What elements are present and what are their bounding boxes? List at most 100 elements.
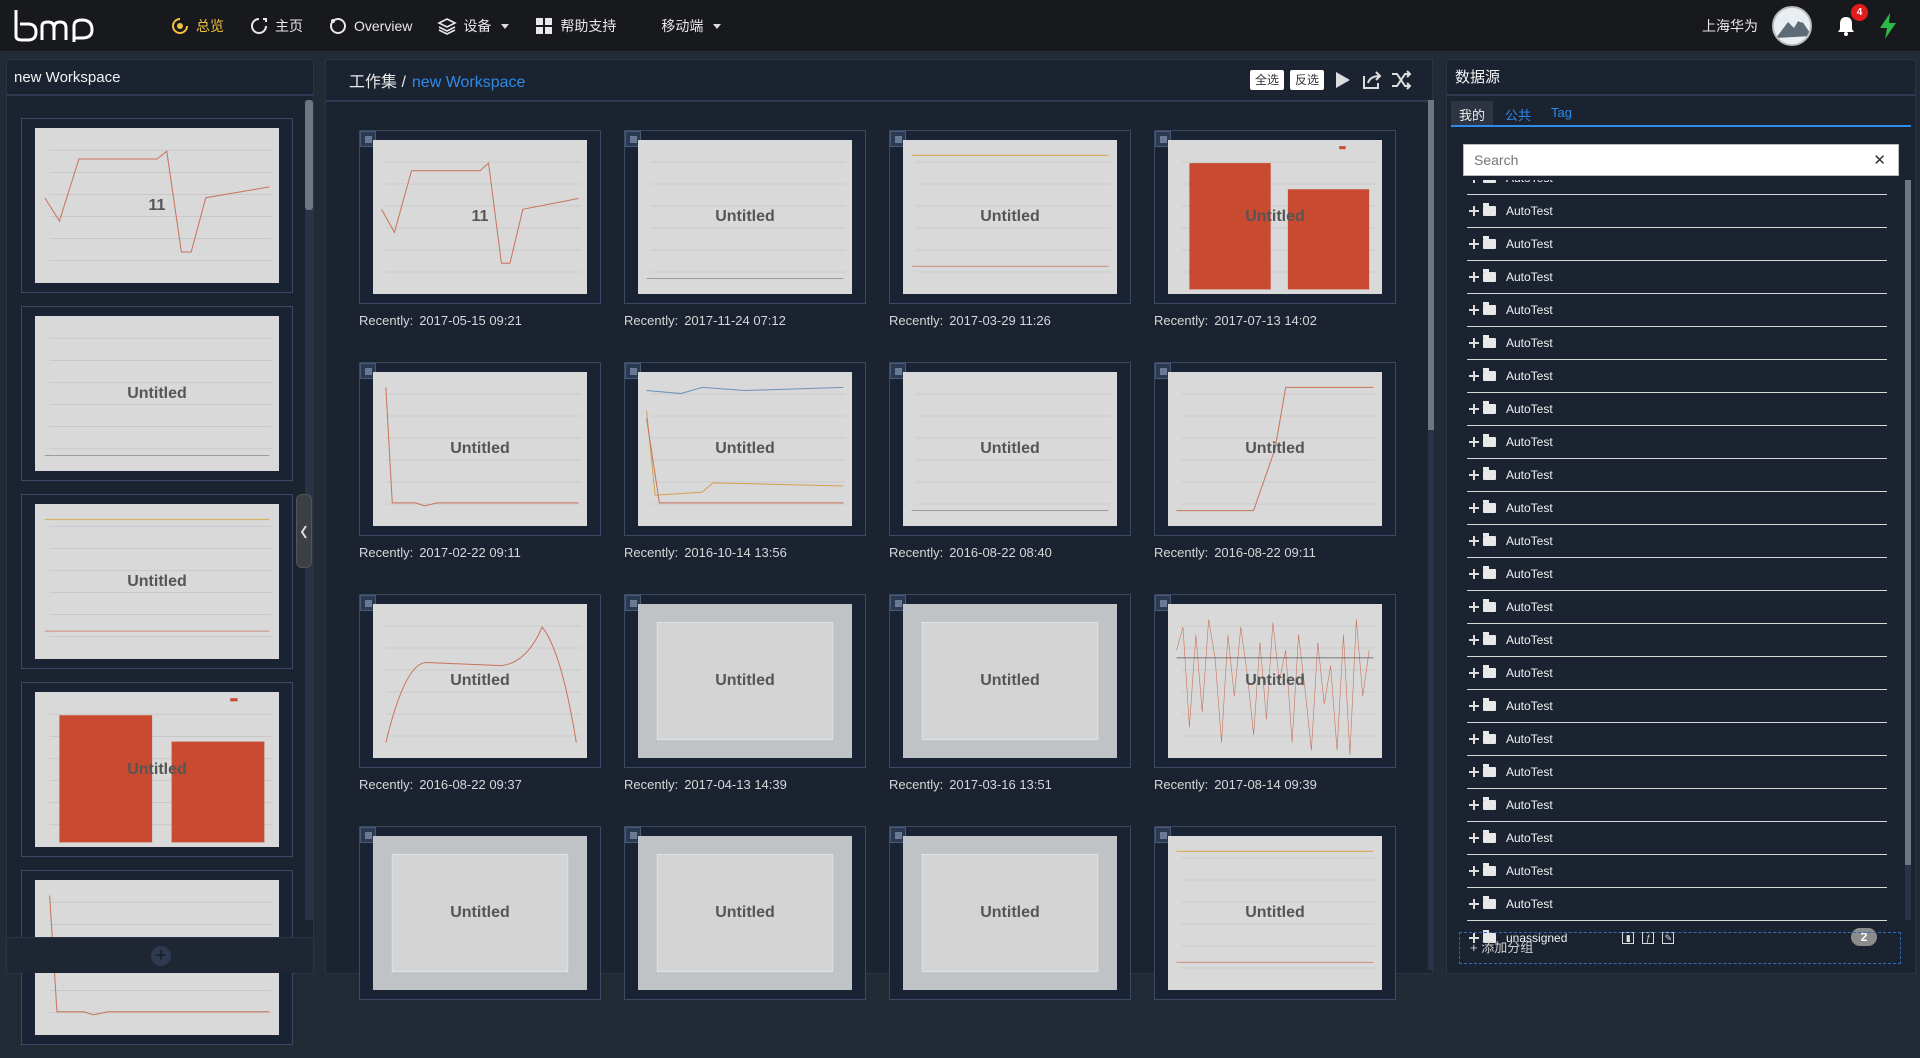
expand-icon[interactable]	[1469, 536, 1479, 546]
main-scroll-thumb[interactable]	[1428, 100, 1434, 430]
add-group-button[interactable]: + 添加分组	[1459, 932, 1901, 964]
chart-card[interactable]: Untitled Recently: 2016-10-14 13:56	[624, 362, 866, 560]
chart-thumbnail[interactable]: Untitled	[21, 682, 293, 857]
play-icon[interactable]	[1330, 68, 1354, 92]
expand-icon[interactable]	[1469, 338, 1479, 348]
nav-item-3[interactable]: 设备	[437, 0, 510, 52]
chart-thumbnail[interactable]: Untitled	[21, 494, 293, 669]
tree-item[interactable]: AutoTest	[1467, 459, 1887, 492]
tab-0[interactable]: 我的	[1451, 101, 1494, 125]
expand-icon[interactable]	[1469, 437, 1479, 447]
chart-thumbnail[interactable]: Untitled	[624, 594, 866, 768]
tree-item[interactable]: AutoTest	[1467, 657, 1887, 690]
chart-card[interactable]: Untitled Recently: 2017-03-16 13:51	[889, 594, 1131, 792]
expand-icon[interactable]	[1469, 305, 1479, 315]
nav-item-2[interactable]: Overview	[328, 0, 412, 52]
tree-item[interactable]: AutoTest	[1467, 756, 1887, 789]
expand-icon[interactable]	[1469, 899, 1479, 909]
tree-item[interactable]: AutoTest	[1467, 822, 1887, 855]
tree-item[interactable]: AutoTest	[1467, 180, 1887, 195]
chart-card[interactable]: Untitled Recently: 2017-02-22 09:11	[359, 362, 601, 560]
add-icon[interactable]: +	[151, 946, 171, 966]
expand-icon[interactable]	[1469, 866, 1479, 876]
chart-card[interactable]: Untitled Recently: 2017-07-13 14:02	[1154, 130, 1396, 328]
expand-icon[interactable]	[1469, 180, 1479, 183]
chart-thumbnail[interactable]: Untitled	[889, 130, 1131, 304]
search-input[interactable]	[1464, 145, 1854, 175]
tree-item[interactable]: AutoTest	[1467, 690, 1887, 723]
expand-icon[interactable]	[1469, 569, 1479, 579]
expand-icon[interactable]	[1469, 701, 1479, 711]
chart-thumbnail[interactable]: 11	[21, 118, 293, 293]
tree-item[interactable]: AutoTest	[1467, 228, 1887, 261]
tab-1[interactable]: 公共	[1497, 101, 1539, 125]
chart-thumbnail[interactable]: Untitled	[624, 130, 866, 304]
tree-item[interactable]: AutoTest	[1467, 525, 1887, 558]
breadcrumb-root[interactable]: 工作集 /	[349, 74, 406, 91]
chart-thumbnail[interactable]: Untitled	[359, 362, 601, 536]
tree-item[interactable]: AutoTest	[1467, 888, 1887, 921]
tree-item[interactable]: AutoTest	[1467, 426, 1887, 459]
nav-item-4[interactable]: 帮助支持	[534, 0, 616, 52]
tree-item[interactable]: AutoTest	[1467, 624, 1887, 657]
user-name[interactable]: 上海华为	[1702, 16, 1758, 36]
expand-icon[interactable]	[1469, 800, 1479, 810]
chart-thumbnail[interactable]: Untitled	[889, 594, 1131, 768]
avatar[interactable]	[1772, 6, 1812, 46]
chart-card[interactable]: Untitled Recently: 2017-03-29 11:26	[889, 130, 1131, 328]
nav-item-5[interactable]: 移动端	[661, 0, 722, 52]
bolt-icon[interactable]	[1878, 13, 1898, 39]
tree-item[interactable]: AutoTest	[1467, 393, 1887, 426]
share-icon[interactable]	[1360, 68, 1384, 92]
chart-card[interactable]: Untitled Recently: 2016-08-22 09:37	[359, 594, 601, 792]
chart-thumbnail[interactable]: Untitled	[359, 594, 601, 768]
expand-icon[interactable]	[1469, 371, 1479, 381]
chart-card[interactable]: Untitled Recently: 2017-11-24 07:12	[624, 130, 866, 328]
chart-thumbnail[interactable]: Untitled	[1154, 594, 1396, 768]
expand-icon[interactable]	[1469, 602, 1479, 612]
expand-icon[interactable]	[1469, 833, 1479, 843]
chart-thumbnail[interactable]: Untitled	[21, 306, 293, 481]
chart-card[interactable]: Untitled Recently: 2016-08-22 08:40	[889, 362, 1131, 560]
breadcrumb-current[interactable]: new Workspace	[412, 74, 526, 91]
tab-2[interactable]: Tag	[1543, 101, 1580, 125]
chart-thumbnail[interactable]: Untitled	[624, 362, 866, 536]
expand-icon[interactable]	[1469, 239, 1479, 249]
notification-bell[interactable]: 4	[1834, 4, 1868, 38]
expand-icon[interactable]	[1469, 668, 1479, 678]
tree-item[interactable]: AutoTest	[1467, 327, 1887, 360]
tree-item[interactable]: AutoTest	[1467, 591, 1887, 624]
tree-item[interactable]: AutoTest	[1467, 558, 1887, 591]
clear-search-icon[interactable]: ✕	[1873, 151, 1886, 169]
chart-thumbnail[interactable]: Untitled	[1154, 362, 1396, 536]
chart-thumbnail[interactable]: 11	[359, 130, 601, 304]
chart-thumbnail[interactable]: Untitled	[889, 362, 1131, 536]
nav-item-0[interactable]: 总览	[170, 0, 224, 52]
expand-icon[interactable]	[1469, 206, 1479, 216]
select-all-button[interactable]: 全选	[1249, 70, 1284, 90]
tree-item[interactable]: AutoTest	[1467, 855, 1887, 888]
chart-card[interactable]: Untitled Recently: 2016-08-22 09:11	[1154, 362, 1396, 560]
tree-scroll-thumb[interactable]	[1905, 180, 1911, 865]
collapse-left-button[interactable]	[296, 494, 312, 568]
tree-item[interactable]: AutoTest	[1467, 195, 1887, 228]
bmp-logo[interactable]	[12, 6, 102, 44]
tree-item[interactable]: AutoTest	[1467, 789, 1887, 822]
expand-icon[interactable]	[1469, 635, 1479, 645]
tree-item[interactable]: AutoTest	[1467, 261, 1887, 294]
tree-item[interactable]: AutoTest	[1467, 723, 1887, 756]
chart-card[interactable]: Untitled Recently: 2017-04-13 14:39	[624, 594, 866, 792]
nav-item-1[interactable]: 主页	[249, 0, 303, 52]
invert-select-button[interactable]: 反选	[1289, 70, 1324, 90]
expand-icon[interactable]	[1469, 470, 1479, 480]
expand-icon[interactable]	[1469, 272, 1479, 282]
chart-card[interactable]: 11 Recently: 2017-05-15 09:21	[359, 130, 601, 328]
sidebar-scroll-thumb[interactable]	[305, 100, 313, 210]
shuffle-icon[interactable]	[1390, 68, 1414, 92]
chart-card[interactable]: Untitled Recently: 2017-08-14 09:39	[1154, 594, 1396, 792]
expand-icon[interactable]	[1469, 767, 1479, 777]
expand-icon[interactable]	[1469, 404, 1479, 414]
tree-item[interactable]: AutoTest	[1467, 294, 1887, 327]
tree-item[interactable]: AutoTest	[1467, 492, 1887, 525]
expand-icon[interactable]	[1469, 734, 1479, 744]
